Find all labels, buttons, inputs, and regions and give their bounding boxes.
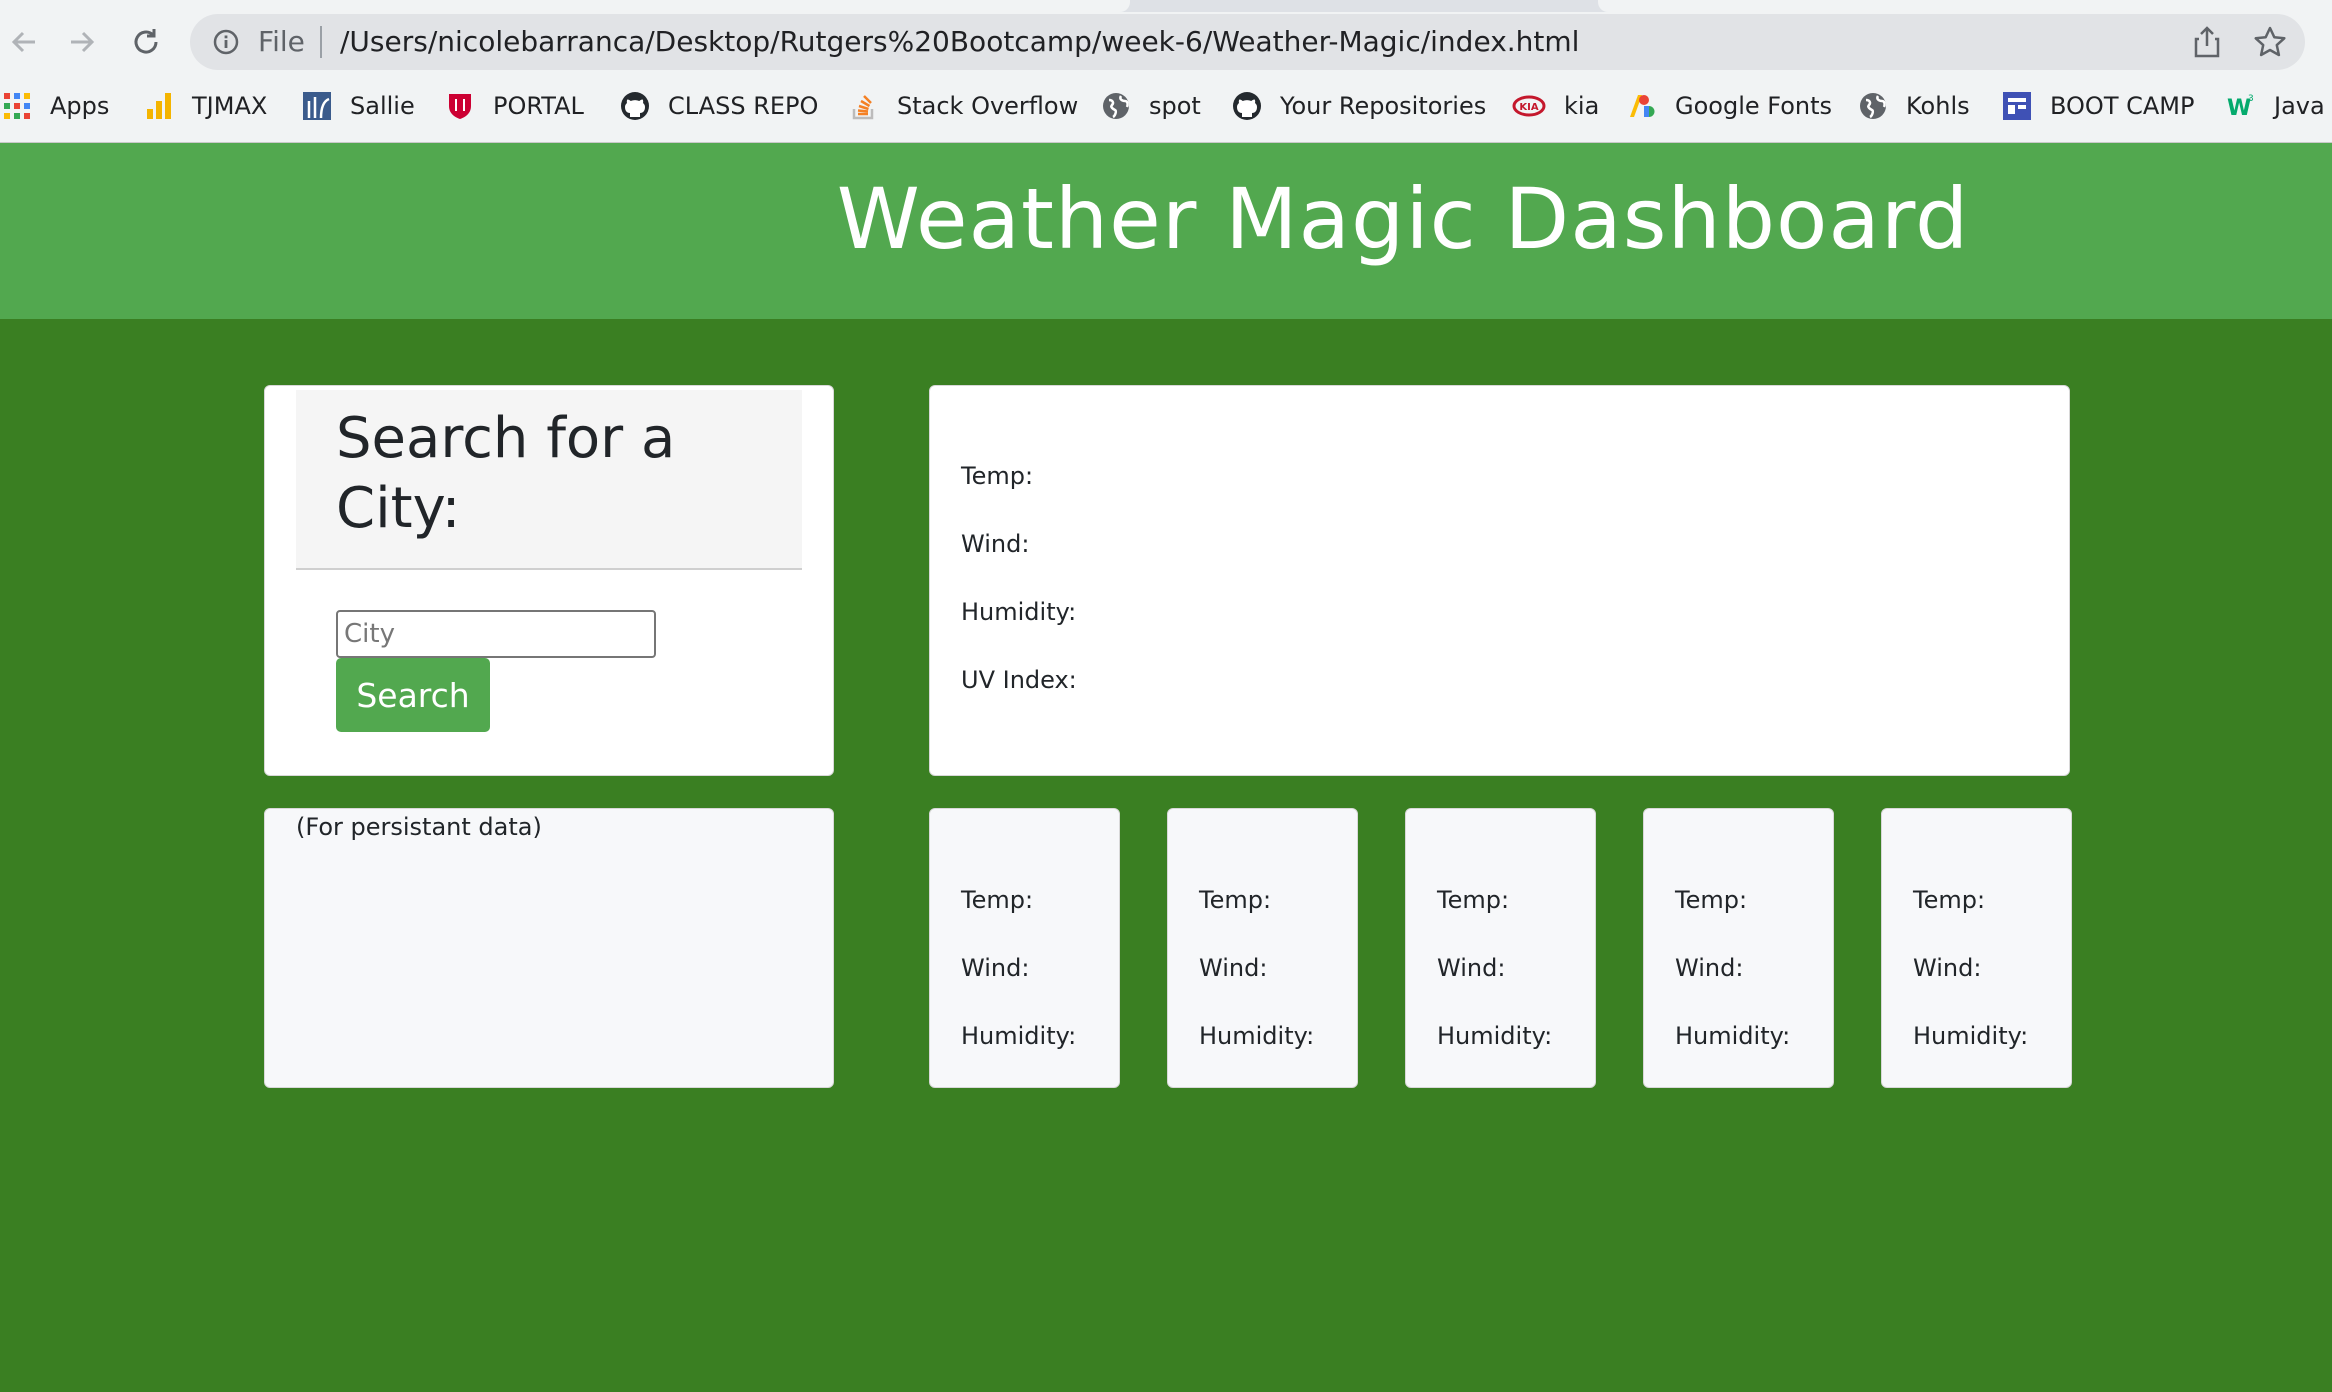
bar-chart-icon [147, 93, 171, 119]
bookmark-tjmax[interactable]: TJMAX [144, 86, 267, 126]
bookmark-apps[interactable]: Apps [2, 86, 109, 126]
w3schools-icon: W3 [2227, 94, 2254, 121]
file-label: File [258, 25, 305, 58]
bookmark-label: CLASS REPO [668, 92, 819, 120]
city-input[interactable] [336, 610, 656, 658]
bookmark-stack-overflow[interactable]: Stack Overflow [849, 86, 1078, 126]
forecast-temp-label: Temp: [1199, 886, 1272, 914]
search-history-label: (For persistant data) [296, 813, 542, 841]
url-text[interactable]: /Users/nicolebarranca/Desktop/Rutgers%20… [340, 20, 1579, 64]
current-wind-label: Wind: [961, 530, 1030, 558]
reload-icon [134, 29, 158, 54]
forecast-wind-label: Wind: [1199, 954, 1268, 982]
current-humidity-label: Humidity: [961, 598, 1077, 626]
forecast-wind-label: Wind: [1913, 954, 1982, 982]
apps-grid-icon [4, 93, 30, 119]
bookmark-java[interactable]: W3 Java [2226, 86, 2325, 126]
forecast-wind-label: Wind: [961, 954, 1030, 982]
svg-text:3: 3 [2248, 94, 2254, 104]
bookmark-label: Java [2274, 92, 2325, 120]
search-heading: Search for a City: [336, 406, 676, 541]
bookmark-portal[interactable]: PORTAL [445, 86, 584, 126]
bookmark-google-fonts[interactable]: Google Fonts [1627, 86, 1832, 126]
share-icon[interactable] [2190, 24, 2224, 60]
back-button[interactable] [0, 18, 48, 66]
forecast-temp-label: Temp: [1437, 886, 1510, 914]
forecast-temp-label: Temp: [1913, 886, 1986, 914]
bookmark-label: Stack Overflow [897, 92, 1079, 120]
bookmark-label: BOOT CAMP [2050, 92, 2195, 120]
shield-icon [449, 94, 471, 119]
current-temp-label: Temp: [961, 462, 1034, 490]
forecast-humidity-label: Humidity: [1913, 1022, 2029, 1050]
reload-button[interactable] [122, 18, 170, 66]
tab-strip [0, 0, 2332, 12]
forecast-wind-label: Wind: [1675, 954, 1744, 982]
bookmarks-bar: Apps TJMAX Sallie PORTAL CLASS REPO Stac… [0, 86, 2332, 126]
stack-overflow-icon [852, 95, 874, 120]
bookmark-boot-camp[interactable]: BOOT CAMP [2002, 86, 2194, 126]
forward-button[interactable] [58, 18, 106, 66]
google-fonts-icon [1630, 95, 1655, 117]
current-uv-index-label: UV Index: [961, 666, 1077, 694]
bookmark-label: Apps [50, 92, 110, 120]
github-icon [1233, 92, 1261, 120]
bookmark-spot[interactable]: spot [1101, 86, 1201, 126]
bookmark-class-repo[interactable]: CLASS REPO [620, 86, 818, 126]
forecast-temp-label: Temp: [961, 886, 1034, 914]
address-separator [320, 26, 322, 58]
github-icon [621, 92, 649, 120]
bootcamp-icon [2003, 92, 2031, 120]
current-weather-card [929, 385, 2070, 776]
forecast-humidity-label: Humidity: [1199, 1022, 1315, 1050]
bookmark-label: Kohls [1906, 92, 1970, 120]
kia-icon: KIA [1512, 95, 1546, 117]
forecast-wind-label: Wind: [1437, 954, 1506, 982]
svg-text:KIA: KIA [1519, 102, 1538, 113]
star-icon[interactable] [2252, 24, 2288, 60]
forecast-temp-label: Temp: [1675, 886, 1748, 914]
bookmark-label: spot [1149, 92, 1201, 120]
forecast-humidity-label: Humidity: [961, 1022, 1077, 1050]
forecast-humidity-label: Humidity: [1437, 1022, 1553, 1050]
arrow-right-icon [71, 31, 95, 53]
bookmark-label: Google Fonts [1675, 92, 1833, 120]
search-button[interactable]: Search [336, 658, 490, 732]
forecast-humidity-label: Humidity: [1675, 1022, 1791, 1050]
page-title: Weather Magic Dashboard [836, 170, 1970, 268]
browser-chrome: File /Users/nicolebarranca/Desktop/Rutge… [0, 0, 2332, 143]
browser-tab[interactable] [1598, 0, 2332, 12]
bookmark-label: kia [1564, 92, 1600, 120]
bookmark-sallie[interactable]: Sallie [302, 86, 415, 126]
globe-icon [1860, 93, 1886, 119]
globe-icon [1103, 93, 1129, 119]
sallie-icon [303, 92, 331, 120]
bookmark-label: Your Repositories [1280, 92, 1487, 120]
search-history-card [264, 808, 834, 1088]
browser-tab[interactable] [0, 0, 1130, 12]
bookmark-label: Sallie [350, 92, 415, 120]
arrow-left-icon [11, 31, 35, 53]
info-icon[interactable] [212, 28, 240, 56]
bookmark-kohls[interactable]: Kohls [1858, 86, 1970, 126]
bookmark-kia[interactable]: KIA kia [1512, 86, 1599, 126]
bookmark-label: PORTAL [493, 92, 584, 120]
bookmark-your-repositories[interactable]: Your Repositories [1232, 86, 1486, 126]
bookmark-label: TJMAX [192, 92, 268, 120]
